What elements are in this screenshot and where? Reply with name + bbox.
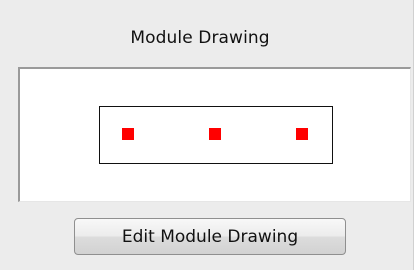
module-pin (122, 128, 134, 140)
module-outline (99, 106, 333, 164)
panel-title: Module Drawing (130, 28, 270, 48)
module-drawing-panel: Module Drawing Edit Module Drawing (0, 0, 414, 270)
module-pin (296, 128, 308, 140)
edit-module-drawing-button[interactable]: Edit Module Drawing (74, 218, 346, 255)
module-pin (209, 128, 221, 140)
drawing-canvas (18, 67, 411, 202)
